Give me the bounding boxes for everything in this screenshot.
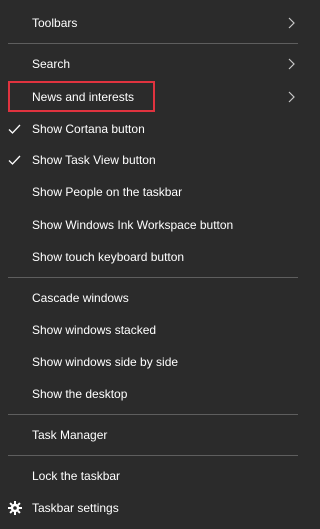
menu-item-label: Show Task View button [32,153,156,167]
menu-item-label: Search [32,57,71,71]
menu-item-show-windows-ink[interactable]: Show Windows Ink Workspace button [0,209,303,241]
menu-item-label: Cascade windows [32,291,129,305]
highlight-annotation-box [8,81,155,112]
menu-item-label: Taskbar settings [32,501,119,515]
menu-item-show-cortana-button[interactable]: Show Cortana button [0,113,303,145]
menu-item-show-the-desktop[interactable]: Show the desktop [0,378,303,410]
menu-item-label: Task Manager [32,428,108,442]
menu-item-toolbars[interactable]: Toolbars [0,7,303,39]
menu-separator [8,277,298,278]
menu-item-label: Lock the taskbar [32,469,121,483]
menu-item-show-touch-keyboard[interactable]: Show touch keyboard button [0,241,303,273]
menu-item-cascade-windows[interactable]: Cascade windows [0,282,303,314]
menu-item-label: Show Cortana button [32,122,145,136]
menu-item-label: Show windows stacked [32,323,157,337]
chevron-right-icon [288,58,295,70]
check-icon [8,155,21,165]
menu-item-label: Show windows side by side [32,355,179,369]
chevron-right-icon [288,91,295,103]
menu-item-show-windows-stacked[interactable]: Show windows stacked [0,314,303,346]
menu-item-show-people[interactable]: Show People on the taskbar [0,176,303,208]
menu-item-task-manager[interactable]: Task Manager [0,419,303,451]
chevron-right-icon [288,17,295,29]
menu-item-search[interactable]: Search [0,48,303,80]
menu-separator [8,43,298,44]
menu-item-label: Show touch keyboard button [32,250,185,264]
menu-item-show-task-view-button[interactable]: Show Task View button [0,144,303,176]
menu-separator [8,414,298,415]
gear-icon [8,501,22,515]
menu-item-show-windows-side-by-side[interactable]: Show windows side by side [0,346,303,378]
menu-item-label: Show People on the taskbar [32,185,183,199]
menu-separator [8,455,298,456]
menu-item-taskbar-settings[interactable]: Taskbar settings [0,492,303,524]
taskbar-context-menu: Toolbars Search News and interests Show … [0,0,303,529]
menu-item-label: Toolbars [32,16,78,30]
menu-item-label: Show the desktop [32,387,128,401]
menu-item-lock-the-taskbar[interactable]: Lock the taskbar [0,460,303,492]
check-icon [8,124,21,134]
menu-item-label: Show Windows Ink Workspace button [32,218,234,232]
